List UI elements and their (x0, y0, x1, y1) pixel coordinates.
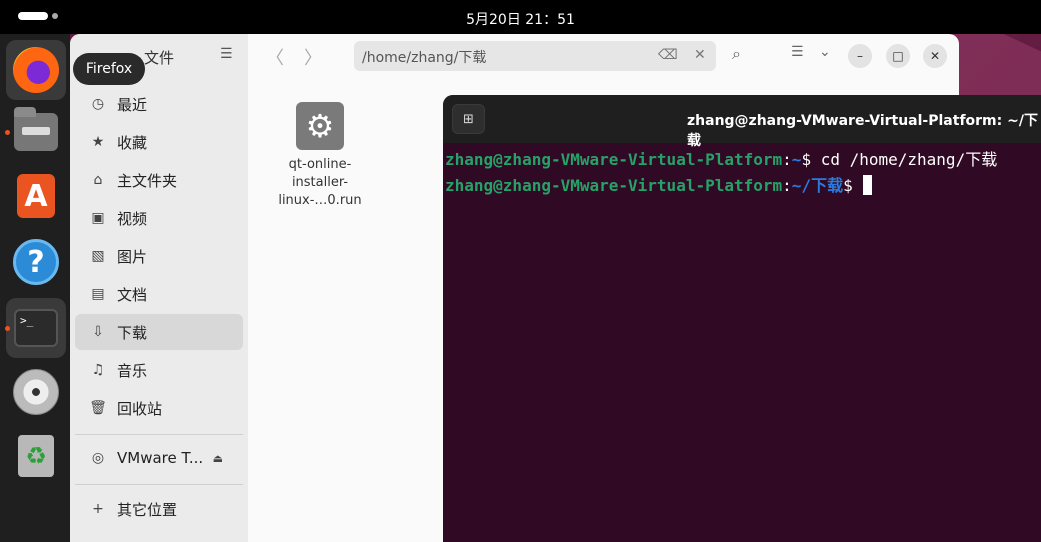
files-icon (14, 107, 58, 151)
terminal-cursor (863, 175, 873, 195)
top-bar: 5月20日 21：51 (0, 0, 1041, 34)
prompt-path: ~/下载 (791, 176, 844, 195)
prompt-separator: : (782, 176, 792, 195)
file-name-line: qt-online- (288, 157, 352, 172)
sidebar-item-label: 音乐 (117, 361, 148, 380)
plus-icon: + (92, 501, 104, 517)
close-path-icon[interactable]: ✕ (694, 47, 706, 63)
path-bar[interactable]: /home/zhang/下载 ⌫ ✕ (354, 41, 716, 71)
dock-item-trash[interactable]: ♻ (6, 426, 66, 486)
terminal-line: zhang@zhang-VMware-Virtual-Platform:~$ c… (445, 147, 997, 173)
view-toggle-icon[interactable]: ☰ (791, 44, 804, 60)
file-name-line: linux-…0.run (278, 193, 362, 208)
sidebar-menu-icon[interactable]: ☰ (220, 46, 234, 62)
clear-path-icon[interactable]: ⌫ (658, 47, 678, 63)
sidebar-item-recent[interactable]: ◷ 最近 (75, 86, 243, 122)
dock-item-help[interactable]: ? (6, 232, 66, 292)
help-icon: ? (13, 239, 59, 285)
firefox-icon (13, 47, 59, 93)
download-icon: ⇩ (92, 324, 104, 340)
prompt-separator: : (782, 150, 792, 169)
sidebar-item-label: VMware T... (117, 449, 204, 467)
image-icon: ▧ (91, 248, 105, 264)
terminal-output[interactable]: zhang@zhang-VMware-Virtual-Platform:~$ c… (445, 147, 997, 199)
trash-icon: 🗑 (89, 400, 107, 416)
sidebar-item-label: 回收站 (117, 399, 163, 418)
sidebar-item-downloads[interactable]: ⇩ 下载 (75, 314, 243, 350)
sidebar-divider (75, 484, 243, 485)
store-icon: A (17, 174, 55, 218)
prompt-path: ~ (791, 150, 802, 169)
sidebar-item-starred[interactable]: ★ 收藏 (75, 124, 243, 160)
eject-icon[interactable]: ⏏ (213, 452, 223, 465)
back-button[interactable]: 〈 (266, 44, 284, 70)
file-item[interactable]: ⚙ qt-online- installer- linux-…0.run (270, 102, 370, 210)
music-icon: ♫ (91, 362, 105, 378)
sidebar-item-other-locations[interactable]: + 其它位置 (75, 491, 243, 527)
prompt-user: zhang@zhang-VMware-Virtual-Platform (445, 176, 783, 195)
clock-icon: ◷ (91, 96, 105, 112)
sidebar-item-pictures[interactable]: ▧ 图片 (75, 238, 243, 274)
dock-item-terminal[interactable]: >_ (5, 298, 66, 358)
dock-item-firefox[interactable] (6, 40, 66, 100)
running-indicator (5, 130, 10, 135)
running-indicator (5, 326, 10, 331)
sidebar-item-label: 其它位置 (117, 500, 178, 519)
path-input[interactable]: /home/zhang/下载 (362, 47, 486, 67)
home-icon: ⌂ (93, 172, 103, 188)
terminal-line: zhang@zhang-VMware-Virtual-Platform:~/下载… (445, 173, 997, 199)
document-icon: ▤ (91, 286, 105, 302)
dvd-icon (13, 369, 59, 415)
dock-item-files[interactable] (5, 102, 66, 162)
file-name-line: installer- (291, 175, 349, 190)
dock-tooltip: Firefox (73, 53, 145, 85)
sidebar-item-label: 下载 (117, 323, 148, 342)
files-sidebar: 文件 ☰ ◷ 最近 ★ 收藏 ⌂ 主文件夹 ▣ 视频 ▧ 图片 ▤ 文档 ⇩ 下… (70, 34, 248, 542)
dock-item-dvd[interactable] (6, 362, 66, 422)
command-text: cd /home/zhang/下载 (820, 150, 998, 169)
search-icon[interactable]: ⌕ (732, 44, 741, 64)
terminal-title: zhang@zhang-VMware-Virtual-Platform: ~/下… (687, 113, 1038, 149)
sidebar-item-vmware-tools[interactable]: ◎ VMware T... ⏏ (75, 440, 243, 476)
terminal-window: ⊞ zhang@zhang-VMware-Virtual-Platform: ~… (443, 95, 1041, 542)
sidebar-item-label: 图片 (117, 247, 148, 266)
file-name: qt-online- installer- linux-…0.run (270, 156, 370, 210)
sidebar-item-label: 主文件夹 (117, 171, 178, 190)
files-header-bar: 〈 〉 /home/zhang/下载 ⌫ ✕ ⌕ ☰ ⌄ – □ ✕ (248, 34, 959, 78)
terminal-header-bar: ⊞ zhang@zhang-VMware-Virtual-Platform: ~… (443, 95, 1041, 149)
star-icon: ★ (91, 134, 105, 150)
sidebar-item-trash[interactable]: 🗑 回收站 (75, 390, 243, 426)
dock: A ? >_ ♻ (0, 34, 70, 542)
view-options-chevron-icon[interactable]: ⌄ (819, 44, 831, 60)
forward-button[interactable]: 〉 (304, 44, 322, 70)
sidebar-item-documents[interactable]: ▤ 文档 (75, 276, 243, 312)
dock-item-app-center[interactable]: A (6, 166, 66, 226)
files-app-title: 文件 (144, 49, 175, 67)
close-button[interactable]: ✕ (923, 44, 947, 68)
prompt-user: zhang@zhang-VMware-Virtual-Platform (445, 150, 783, 169)
executable-file-icon: ⚙ (296, 102, 344, 150)
sidebar-item-label: 收藏 (117, 133, 148, 152)
clock[interactable]: 5月20日 21：51 (0, 9, 1041, 29)
sidebar-item-home[interactable]: ⌂ 主文件夹 (75, 162, 243, 198)
sidebar-item-videos[interactable]: ▣ 视频 (75, 200, 243, 236)
sidebar-item-label: 文档 (117, 285, 148, 304)
prompt-symbol: $ (801, 150, 821, 169)
trash-icon: ♻ (18, 435, 54, 477)
prompt-symbol: $ (843, 176, 863, 195)
disc-icon: ◎ (91, 450, 105, 466)
maximize-button[interactable]: □ (886, 44, 910, 68)
minimize-button[interactable]: – (848, 44, 872, 68)
new-tab-button[interactable]: ⊞ (452, 104, 485, 134)
sidebar-divider (75, 434, 243, 435)
video-icon: ▣ (91, 210, 105, 226)
sidebar-item-label: 最近 (117, 95, 148, 114)
sidebar-item-label: 视频 (117, 209, 148, 228)
sidebar-item-music[interactable]: ♫ 音乐 (75, 352, 243, 388)
terminal-icon: >_ (14, 309, 58, 347)
